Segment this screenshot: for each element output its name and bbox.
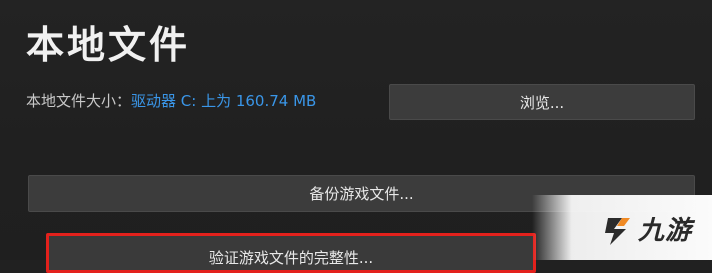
page-title: 本地文件: [26, 22, 191, 67]
local-files-panel: 本地文件 本地文件大小：驱动器 C: 上为 160.74 MB 浏览... 备份…: [0, 0, 712, 273]
watermark-text: 九游: [638, 216, 693, 246]
verify-game-files-integrity-button[interactable]: 验证游戏文件的完整性...: [46, 233, 536, 273]
browse-button-label: 浏览...: [519, 93, 565, 112]
browse-local-files-button[interactable]: 浏览...: [389, 84, 695, 120]
backup-button-label: 备份游戏文件...: [309, 185, 414, 203]
local-file-size-value: 驱动器 C: 上为 160.74 MB: [131, 92, 317, 110]
local-file-size-label: 本地文件大小：: [26, 92, 132, 110]
jiuyou-logo-icon: [605, 218, 630, 245]
local-file-size-row: 本地文件大小：驱动器 C: 上为 160.74 MB: [26, 91, 316, 111]
verify-button-label: 验证游戏文件的完整性...: [208, 249, 374, 267]
